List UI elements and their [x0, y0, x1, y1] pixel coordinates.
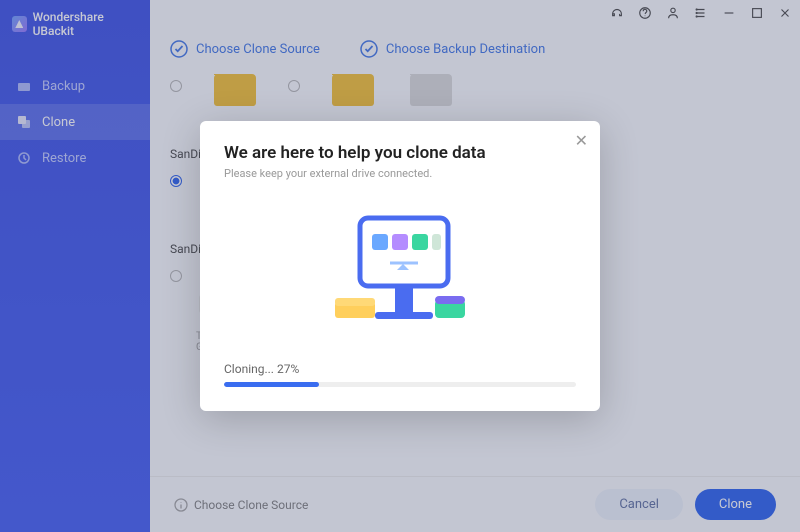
clone-illustration — [224, 208, 576, 338]
close-icon[interactable]: ✕ — [575, 131, 588, 150]
progress-bar — [224, 382, 576, 387]
modal-title: We are here to help you clone data — [224, 143, 576, 163]
progress-fill — [224, 382, 319, 387]
modal-overlay: ✕ We are here to help you clone data Ple… — [0, 0, 800, 532]
modal-subtitle: Please keep your external drive connecte… — [224, 167, 576, 180]
clone-progress-modal: ✕ We are here to help you clone data Ple… — [200, 121, 600, 411]
clone-status: Cloning... 27% — [224, 362, 576, 376]
